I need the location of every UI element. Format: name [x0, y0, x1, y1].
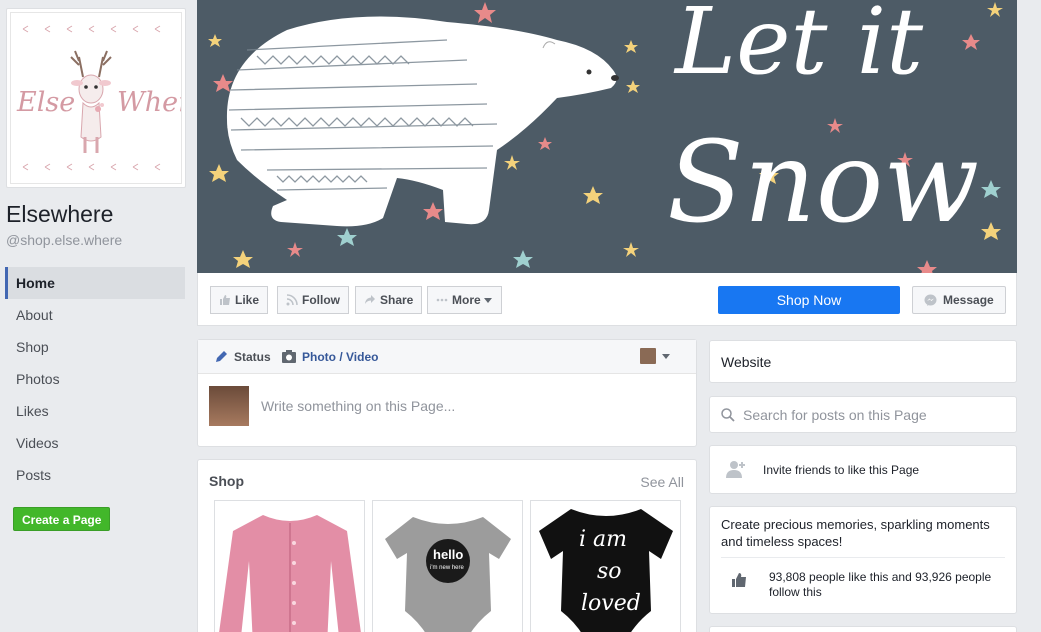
about-card: Create precious memories, sparkling mome…: [709, 506, 1017, 614]
chevron-down-icon[interactable]: [662, 354, 670, 359]
rss-icon: [286, 294, 298, 306]
arrow-border-top: [22, 25, 161, 33]
next-card: [709, 626, 1017, 632]
post-composer: Status Photo / Video Write something on …: [197, 339, 697, 447]
poster-avatar[interactable]: [640, 348, 656, 364]
message-button[interactable]: Message: [912, 286, 1006, 314]
product-card-black-romper[interactable]: i am so loved: [530, 500, 681, 632]
camera-icon: [282, 350, 296, 363]
nav-item-about[interactable]: About: [5, 299, 185, 331]
nav-item-likes[interactable]: Likes: [5, 395, 185, 427]
tab-status-label: Status: [234, 350, 271, 364]
follow-button[interactable]: Follow: [277, 286, 349, 314]
tab-status[interactable]: Status: [214, 350, 271, 364]
about-description: Create precious memories, sparkling mome…: [721, 517, 990, 549]
message-label: Message: [943, 293, 994, 307]
add-friend-icon: [726, 461, 745, 478]
more-button[interactable]: More: [427, 286, 502, 314]
romper-print-line3: loved: [581, 591, 641, 616]
tab-photo-video[interactable]: Photo / Video: [282, 350, 378, 364]
cover-photo[interactable]: Let it Snow: [197, 0, 1017, 273]
nav-item-photos[interactable]: Photos: [5, 363, 185, 395]
page-action-bar: Like Follow Share More Shop Now Message: [197, 273, 1017, 326]
search-icon: [721, 408, 735, 422]
page-handle: @shop.else.where: [6, 232, 123, 248]
thumbs-up-icon: [732, 573, 746, 587]
thumbs-up-icon: [220, 295, 230, 305]
page-search[interactable]: Search for posts on this Page: [709, 396, 1017, 433]
cover-title-line1: Let it: [675, 0, 924, 95]
follow-label: Follow: [302, 293, 340, 307]
messenger-icon: [924, 294, 937, 306]
likes-label: 93,808 people like this and 93,926 peopl…: [769, 570, 992, 599]
see-all-link[interactable]: See All: [640, 474, 684, 490]
nav-item-videos[interactable]: Videos: [5, 427, 185, 459]
arrow-border-bottom: [22, 163, 161, 171]
chevron-down-icon: [483, 298, 492, 303]
logo-text-left: Else: [17, 87, 76, 118]
create-page-button[interactable]: Create a Page: [13, 507, 111, 531]
romper-print-line2: so: [597, 559, 622, 584]
shop-section: Shop See All hello i'm new here i am so …: [197, 459, 697, 632]
shop-title: Shop: [209, 473, 244, 489]
avatar: [209, 386, 249, 426]
share-label: Share: [380, 293, 414, 307]
product-card-cardigan[interactable]: [214, 500, 365, 632]
invite-label: Invite friends to like this Page: [763, 463, 920, 477]
invite-friends[interactable]: Invite friends to like this Page: [709, 445, 1017, 494]
like-button[interactable]: Like: [210, 286, 269, 314]
romper-print-line1: hello: [433, 547, 464, 562]
more-label: More: [452, 293, 481, 307]
nav-item-shop[interactable]: Shop: [5, 331, 185, 363]
pink-cardigan-image: [219, 515, 361, 632]
nav-item-home[interactable]: Home: [5, 267, 185, 299]
profile-logo: Else Where: [10, 12, 182, 184]
page-nav: Home About Shop Photos Likes Videos Post…: [5, 267, 185, 491]
share-button[interactable]: Share: [355, 286, 423, 314]
logo-text-right: Where: [117, 87, 181, 118]
likes-count: 93,808 people like this and 93,926 peopl…: [732, 570, 1009, 600]
nav-item-posts[interactable]: Posts: [5, 459, 185, 491]
product-card-grey-romper[interactable]: hello i'm new here: [372, 500, 523, 632]
shop-now-button[interactable]: Shop Now: [718, 286, 900, 314]
composer-input[interactable]: Write something on this Page...: [261, 398, 455, 414]
page-title: Elsewhere: [6, 201, 114, 227]
polar-bear-illustration: [226, 16, 619, 227]
pencil-icon: [216, 351, 227, 362]
website-link[interactable]: Website: [709, 340, 1017, 383]
more-dots-icon: [436, 298, 448, 302]
search-input[interactable]: Search for posts on this Page: [743, 407, 927, 423]
tab-photo-label: Photo / Video: [302, 350, 379, 364]
like-label: Like: [235, 293, 260, 307]
composer-tabs: Status Photo / Video: [198, 340, 696, 374]
divider: [721, 557, 1005, 558]
composer-body[interactable]: Write something on this Page...: [198, 374, 696, 446]
profile-picture[interactable]: Else Where: [6, 8, 186, 188]
romper-print-line1: i am: [579, 527, 628, 552]
romper-print-line2: i'm new here: [430, 565, 464, 571]
share-arrow-icon: [365, 295, 375, 304]
cover-title-line2: Snow: [667, 118, 980, 248]
